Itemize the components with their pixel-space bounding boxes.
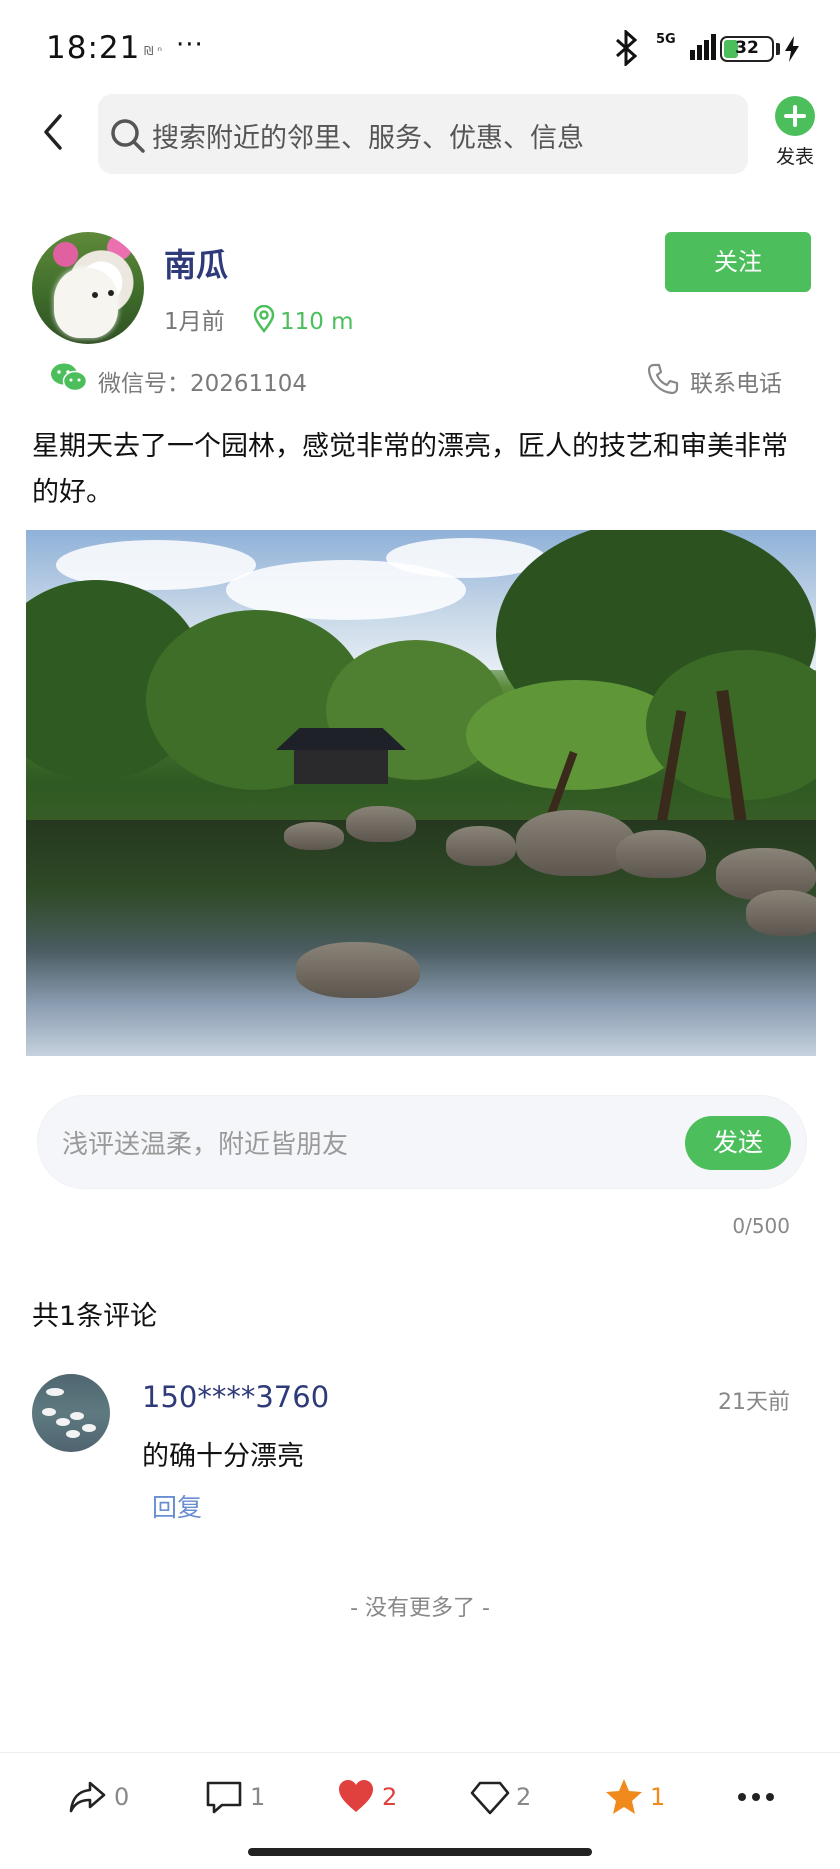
bluetooth-icon [616, 30, 638, 66]
signal-icon [690, 34, 716, 60]
avatar-bird [66, 1430, 80, 1438]
post-meta: 1月前 110 m [164, 302, 354, 336]
reply-button[interactable]: 回复 [152, 1488, 202, 1524]
status-time: 18:21 [46, 30, 141, 66]
search-placeholder: 搜索附近的邻里、服务、优惠、信息 [152, 123, 584, 154]
contact-row: 微信号：20261104 联系电话 [50, 360, 790, 400]
favorite-count: 1 [650, 1783, 666, 1811]
contact-phone-link[interactable]: 联系电话 [690, 364, 782, 398]
battery-icon: 32 [720, 36, 774, 62]
reward-button[interactable]: 2 [470, 1777, 531, 1821]
battery-level: 32 [735, 38, 759, 58]
commenter-avatar[interactable] [32, 1374, 110, 1452]
back-arrow-icon[interactable] [36, 112, 70, 152]
comment-button[interactable]: 1 [204, 1777, 265, 1821]
heart-icon [339, 1780, 373, 1812]
avatar-bird [56, 1418, 70, 1426]
diamond-icon [470, 1781, 510, 1815]
avatar-bird [70, 1412, 84, 1420]
like-button[interactable]: 2 [336, 1777, 397, 1821]
follow-button[interactable]: 关注 [665, 232, 811, 292]
avatar-bird [42, 1408, 56, 1416]
post-distance: 110 m [279, 309, 354, 335]
comment-icon [206, 1781, 242, 1814]
author-name[interactable]: 南瓜 [164, 240, 228, 286]
notification-icons: ₪ ⁿ [144, 44, 163, 58]
photo-rock [346, 806, 416, 842]
post-time: 1月前 [164, 309, 225, 335]
photo-rock [284, 822, 344, 850]
avatar-dog [54, 268, 118, 338]
comment-count-action: 1 [250, 1783, 266, 1811]
phone-icon[interactable] [646, 362, 680, 396]
star-icon [606, 1779, 642, 1814]
avatar-eye [92, 292, 98, 298]
comment-placeholder: 浅评送温柔，附近皆朋友 [62, 1130, 349, 1160]
wechat-icon [51, 363, 88, 392]
home-indicator[interactable] [248, 1848, 592, 1856]
like-count: 2 [382, 1783, 398, 1811]
author-avatar[interactable] [32, 232, 144, 344]
location-pin-icon [253, 305, 275, 333]
publish-button[interactable]: 发表 [764, 96, 826, 169]
avatar-bird [82, 1424, 96, 1432]
diamond-count: 2 [516, 1783, 532, 1811]
search-input[interactable]: 搜索附近的邻里、服务、优惠、信息 [98, 94, 748, 174]
favorite-button[interactable]: 1 [604, 1777, 665, 1821]
status-bar: 18:21 ₪ ⁿ ··· 5G 32 [0, 0, 840, 100]
more-icon [738, 1793, 774, 1801]
share-count: 0 [114, 1783, 130, 1811]
photo-pavilion [294, 750, 388, 784]
share-button[interactable]: 0 [68, 1777, 129, 1821]
more-button[interactable] [736, 1777, 776, 1821]
photo-rock [616, 830, 706, 878]
post-image[interactable] [26, 530, 816, 1056]
avatar-eye [108, 290, 114, 296]
wechat-id: 微信号：20261104 [98, 371, 308, 397]
photo-rock [296, 942, 420, 998]
avatar-bird [46, 1388, 64, 1396]
status-more-icon: ··· [176, 30, 204, 60]
comment-count: 共1条评论 [32, 1301, 158, 1332]
charging-icon [785, 36, 799, 62]
comment-item: 150****3760 21天前 的确十分漂亮 回复 [32, 1374, 792, 1534]
photo-rock [746, 890, 816, 936]
end-of-list: - 没有更多了 - [350, 1596, 490, 1621]
publish-label: 发表 [775, 146, 814, 168]
photo-rock [446, 826, 516, 866]
commenter-name[interactable]: 150****3760 [142, 1380, 329, 1414]
comment-input[interactable]: 浅评送温柔，附近皆朋友 发送 [38, 1096, 806, 1188]
post-text: 星期天去了一个园林，感觉非常的漂亮，匠人的技艺和审美非常的好。 [32, 431, 788, 508]
plus-circle-icon [775, 96, 815, 136]
send-button[interactable]: 发送 [685, 1116, 791, 1170]
top-bar: 搜索附近的邻里、服务、优惠、信息 发表 [0, 90, 840, 180]
battery-tip [776, 43, 780, 55]
comment-time: 21天前 [718, 1390, 790, 1415]
search-icon [111, 119, 145, 153]
char-counter: 0/500 [732, 1214, 790, 1238]
share-icon [69, 1781, 106, 1813]
comment-text: 的确十分漂亮 [142, 1441, 304, 1472]
